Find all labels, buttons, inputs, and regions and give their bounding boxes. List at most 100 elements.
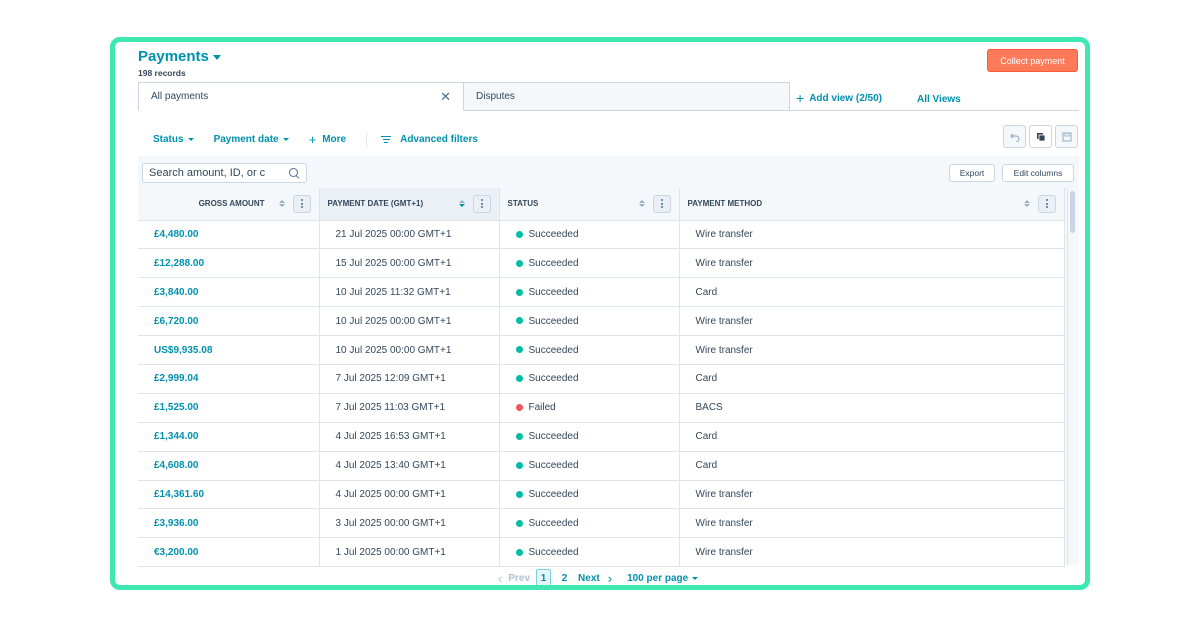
close-icon[interactable]: ✕ <box>440 90 451 103</box>
table-row[interactable]: £4,608.00 4 Jul 2025 13:40 GMT+1 Succeeded… <box>138 451 1065 481</box>
table-row[interactable]: £2,999.04 7 Jul 2025 12:09 GMT+1 Succeeded… <box>138 364 1065 394</box>
status-cell: Succeeded <box>499 480 680 510</box>
per-page-select[interactable]: 100 per page <box>627 573 699 584</box>
edit-columns-button[interactable]: Edit columns <box>1002 164 1074 182</box>
status-cell: Succeeded <box>499 422 680 452</box>
sort-icon[interactable] <box>278 200 285 208</box>
save-view-button[interactable] <box>1055 125 1078 148</box>
payment-date-cell: 7 Jul 2025 12:09 GMT+1 <box>319 364 500 394</box>
column-label: Status <box>507 199 539 209</box>
collect-payment-button[interactable]: Collect payment <box>987 49 1078 72</box>
status-label: Succeeded <box>528 315 579 327</box>
gross-amount-link[interactable]: £3,840.00 <box>138 277 320 308</box>
prev-page-button[interactable]: ‹ Prev <box>498 571 530 586</box>
column-menu-icon[interactable] <box>1037 194 1056 213</box>
status-dot-icon <box>515 346 523 354</box>
status-label: Succeeded <box>528 257 579 269</box>
gross-amount-link[interactable]: €3,200.00 <box>138 537 320 568</box>
payment-date-cell: 15 Jul 2025 00:00 GMT+1 <box>319 248 500 279</box>
scrollbar-thumb[interactable] <box>1070 191 1075 233</box>
add-view-button[interactable]: + Add view (2/50) <box>796 90 882 106</box>
table-row[interactable]: £12,288.00 15 Jul 2025 00:00 GMT+1 Succeed… <box>138 248 1065 279</box>
tab-label: Disputes <box>476 91 515 102</box>
payment-method-cell: Card <box>679 277 1065 308</box>
column-menu-icon[interactable] <box>292 194 311 213</box>
more-filters-button[interactable]: + More <box>309 132 347 147</box>
undo-button[interactable] <box>1003 125 1026 148</box>
sort-descending-icon[interactable] <box>458 200 465 208</box>
advanced-filters-button[interactable]: Advanced filters <box>381 134 478 145</box>
gross-amount-link[interactable]: £4,608.00 <box>138 451 320 481</box>
copy-icon <box>1036 132 1045 141</box>
page-1-button[interactable]: 1 <box>536 569 552 585</box>
plus-icon: + <box>308 132 317 147</box>
plus-icon: + <box>796 90 805 106</box>
status-cell: Succeeded <box>499 335 680 365</box>
page-2-button[interactable]: 2 <box>557 569 572 585</box>
filter-bar: Status Payment date + More Advanced filt… <box>153 132 498 147</box>
payment-method-cell: Wire transfer <box>679 306 1065 337</box>
gross-amount-link[interactable]: £12,288.00 <box>138 248 320 279</box>
column-header-gross-amount[interactable]: Gross amount <box>138 188 320 221</box>
table-row[interactable]: €3,200.00 1 Jul 2025 00:00 GMT+1 Succeeded… <box>138 537 1065 568</box>
gross-amount-link[interactable]: £14,361.60 <box>138 480 320 510</box>
table-row[interactable]: £14,361.60 4 Jul 2025 00:00 GMT+1 Succeede… <box>138 480 1065 510</box>
sort-icon[interactable] <box>1023 200 1030 208</box>
column-label: Gross amount <box>198 199 265 209</box>
page-title: Payments <box>138 48 209 65</box>
status-label: Succeeded <box>528 517 579 529</box>
status-dot-icon <box>515 490 523 498</box>
payment-date-filter[interactable]: Payment date <box>214 134 289 145</box>
table-row[interactable]: £1,525.00 7 Jul 2025 11:03 GMT+1 Failed BAC… <box>138 393 1065 423</box>
table-row[interactable]: £3,936.00 3 Jul 2025 00:00 GMT+1 Succeeded… <box>138 508 1065 539</box>
table-row[interactable]: US$9,935.08 10 Jul 2025 00:00 GMT+1 Succee… <box>138 335 1065 365</box>
status-dot-icon <box>515 461 523 469</box>
payment-date-cell: 1 Jul 2025 00:00 GMT+1 <box>319 537 500 568</box>
gross-amount-link[interactable]: £3,936.00 <box>138 508 320 539</box>
status-cell: Succeeded <box>499 537 680 568</box>
column-menu-icon[interactable] <box>472 194 491 213</box>
status-dot-icon <box>515 230 523 238</box>
clone-view-button[interactable] <box>1029 125 1052 148</box>
status-cell: Succeeded <box>499 220 680 250</box>
all-views-link[interactable]: All Views <box>917 94 961 105</box>
payment-date-cell: 4 Jul 2025 13:40 GMT+1 <box>319 451 500 481</box>
gross-amount-link[interactable]: £6,720.00 <box>138 306 320 337</box>
gross-amount-link[interactable]: £1,525.00 <box>138 393 320 423</box>
gross-amount-link[interactable]: £1,344.00 <box>138 422 320 452</box>
table-row[interactable]: £6,720.00 10 Jul 2025 00:00 GMT+1 Succeede… <box>138 306 1065 337</box>
table-row[interactable]: £1,344.00 4 Jul 2025 16:53 GMT+1 Succeeded… <box>138 422 1065 452</box>
caret-down-icon <box>187 138 194 141</box>
column-menu-icon[interactable] <box>652 194 671 213</box>
search-input[interactable]: Search amount, ID, or c <box>142 163 307 183</box>
table-row[interactable]: £3,840.00 10 Jul 2025 11:32 GMT+1 Succeede… <box>138 277 1065 308</box>
table-row[interactable]: £4,480.00 21 Jul 2025 00:00 GMT+1 Succeede… <box>138 220 1065 250</box>
payments-table: Gross amount Payment date (GMT+1) <box>138 188 1065 568</box>
add-view-label: Add view (2/50) <box>809 92 882 104</box>
export-button[interactable]: Export <box>949 164 995 182</box>
status-cell: Succeeded <box>499 451 680 481</box>
column-header-status[interactable]: Status <box>499 188 680 221</box>
status-cell: Succeeded <box>499 508 680 539</box>
gross-amount-link[interactable]: US$9,935.08 <box>138 335 320 365</box>
page-title-dropdown[interactable]: Payments <box>138 48 221 65</box>
payment-date-cell: 10 Jul 2025 11:32 GMT+1 <box>319 277 500 308</box>
status-filter[interactable]: Status <box>153 134 194 145</box>
column-header-payment-method[interactable]: Payment method <box>679 188 1065 221</box>
payments-window: Payments 198 records Collect payment All… <box>110 37 1090 590</box>
status-dot-icon <box>515 317 523 325</box>
payment-date-cell: 3 Jul 2025 00:00 GMT+1 <box>319 508 500 539</box>
view-actions <box>1003 125 1078 148</box>
tab-disputes[interactable]: Disputes <box>464 82 790 111</box>
gross-amount-link[interactable]: £2,999.04 <box>138 364 320 394</box>
column-header-payment-date[interactable]: Payment date (GMT+1) <box>319 188 500 221</box>
vertical-scrollbar[interactable] <box>1067 188 1077 565</box>
tab-divider <box>787 110 1079 111</box>
gross-amount-link[interactable]: £4,480.00 <box>138 220 320 250</box>
status-dot-icon <box>515 375 523 383</box>
sort-icon[interactable] <box>638 200 645 208</box>
prev-label: Prev <box>508 572 531 584</box>
payment-method-cell: Wire transfer <box>679 335 1065 365</box>
next-page-button[interactable]: Next › <box>578 571 612 586</box>
tab-all-payments[interactable]: All payments ✕ <box>138 82 464 111</box>
